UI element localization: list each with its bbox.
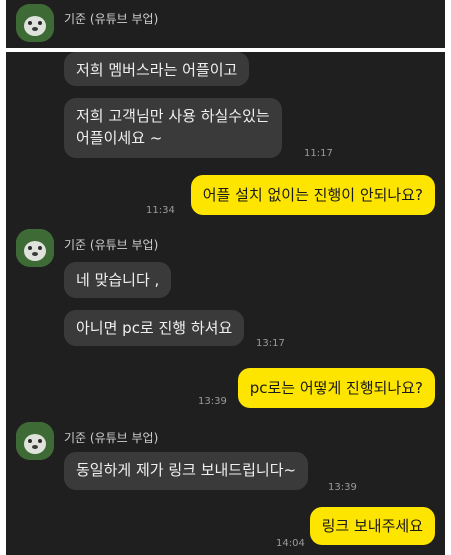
message-text-line: 어플이세요 ~ bbox=[76, 129, 163, 147]
contact-avatar[interactable] bbox=[16, 422, 54, 460]
dog-avatar-icon bbox=[16, 4, 54, 42]
message-time: 11:17 bbox=[304, 148, 333, 159]
message-time: 13:39 bbox=[328, 482, 357, 493]
message-bubble-outgoing[interactable]: 링크 보내주세요 bbox=[309, 507, 435, 545]
message-text: 아니면 pc로 진행 하셔요 bbox=[76, 319, 233, 337]
contact-avatar[interactable] bbox=[16, 229, 54, 267]
contact-avatar[interactable] bbox=[16, 4, 54, 42]
sender-name: 기준 (유튜브 부업) bbox=[64, 238, 159, 252]
sender-name: 기준 (유튜브 부업) bbox=[64, 12, 159, 26]
dog-avatar-icon bbox=[16, 422, 54, 460]
message-bubble-incoming[interactable]: 네 맞습니다 , bbox=[64, 262, 172, 298]
message-text: 링크 보내주세요 bbox=[321, 517, 423, 535]
message-time: 14:04 bbox=[276, 538, 305, 549]
message-text: pc로는 어떻게 진행되나요? bbox=[249, 379, 423, 397]
dog-avatar-icon bbox=[16, 229, 54, 267]
message-time: 13:17 bbox=[256, 338, 285, 349]
message-bubble-outgoing[interactable]: pc로는 어떻게 진행되나요? bbox=[237, 368, 435, 408]
message-bubble-incoming[interactable]: 아니면 pc로 진행 하셔요 bbox=[64, 310, 245, 346]
message-text-line: 저희 고객님만 사용 하실수있는 bbox=[76, 107, 270, 125]
message-bubble-incoming[interactable]: 저희 고객님만 사용 하실수있는 어플이세요 ~ bbox=[64, 98, 282, 158]
message-bubble-outgoing[interactable]: 어플 설치 없이는 진행이 안되나요? bbox=[190, 175, 435, 215]
message-bubble-incoming[interactable]: 동일하게 제가 링크 보내드립니다~ bbox=[64, 452, 309, 490]
message-text: 동일하게 제가 링크 보내드립니다~ bbox=[76, 461, 297, 479]
message-time: 11:34 bbox=[146, 205, 175, 216]
chat-panel-top: 기준 (유튜브 부업) bbox=[6, 0, 445, 48]
message-bubble-incoming[interactable]: 저희 멤버스라는 어플이고 bbox=[64, 52, 250, 86]
message-time: 13:39 bbox=[198, 396, 227, 407]
message-text: 어플 설치 없이는 진행이 안되나요? bbox=[202, 186, 423, 204]
sender-name: 기준 (유튜브 부업) bbox=[64, 431, 159, 445]
chat-panel[interactable]: 저희 멤버스라는 어플이고 저희 고객님만 사용 하실수있는 어플이세요 ~ 1… bbox=[6, 52, 445, 555]
message-text: 네 맞습니다 , bbox=[76, 271, 160, 289]
message-text: 저희 멤버스라는 어플이고 bbox=[76, 61, 238, 79]
